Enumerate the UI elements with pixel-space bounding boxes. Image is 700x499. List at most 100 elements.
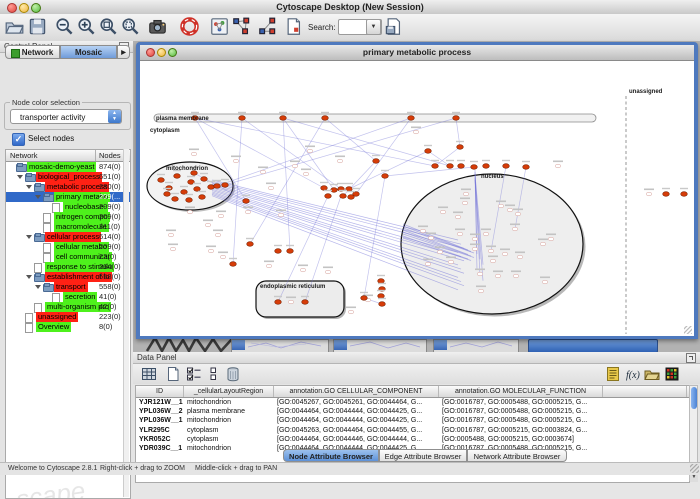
- network-node[interactable]: [373, 159, 380, 164]
- help-ring-icon[interactable]: [180, 17, 199, 36]
- network-node-unselected[interactable]: [490, 259, 496, 263]
- background-window-bar[interactable]: [528, 339, 658, 353]
- tree-scrollbar[interactable]: [123, 149, 129, 497]
- network-node[interactable]: [408, 116, 415, 121]
- network-node[interactable]: [503, 164, 510, 169]
- browser-tab[interactable]: Node Attribute Browser: [283, 449, 379, 462]
- network-node-unselected[interactable]: [463, 192, 469, 196]
- network-node-unselected[interactable]: [420, 229, 426, 233]
- network-node-unselected[interactable]: [168, 233, 174, 237]
- network-b-icon[interactable]: [258, 17, 277, 36]
- network-node-unselected[interactable]: [191, 152, 197, 156]
- network-node[interactable]: [447, 164, 454, 169]
- scrollbar-thumb[interactable]: [691, 387, 697, 409]
- disclosure-triangle-icon[interactable]: [26, 275, 32, 279]
- network-window-titlebar[interactable]: primary metabolic process: [140, 45, 694, 61]
- tree-row[interactable]: metabolic process280(0): [6, 182, 130, 192]
- network-node-unselected[interactable]: [425, 262, 431, 266]
- zoom-fit-icon[interactable]: [121, 17, 140, 36]
- checklist-icon[interactable]: [186, 366, 202, 382]
- column-header[interactable]: _cellularLayoutRegion: [184, 386, 274, 397]
- network-node[interactable]: [222, 183, 229, 188]
- app-resize-grip[interactable]: [690, 464, 699, 473]
- network-node-unselected[interactable]: [292, 164, 298, 168]
- network-node-unselected[interactable]: [515, 212, 521, 216]
- network-node-unselected[interactable]: [440, 210, 446, 214]
- network-node-unselected[interactable]: [548, 237, 554, 241]
- network-a-icon[interactable]: [232, 17, 251, 36]
- network-node[interactable]: [483, 164, 490, 169]
- tree-row[interactable]: nitrogen compo209(0): [6, 212, 130, 222]
- disclosure-triangle-icon[interactable]: [35, 285, 41, 289]
- network-node-unselected[interactable]: [218, 214, 224, 218]
- network-node[interactable]: [663, 192, 670, 197]
- network-canvas[interactable]: plasma membranecytoplasmmitochondrionnuc…: [140, 61, 694, 336]
- network-node[interactable]: [243, 199, 250, 204]
- tree-row[interactable]: biological_process651(0): [6, 172, 130, 182]
- tab-overflow-button[interactable]: ▶: [117, 45, 130, 59]
- network-node[interactable]: [208, 185, 215, 190]
- combo-stepper-icon[interactable]: ▲▼: [108, 110, 121, 123]
- network-node-unselected[interactable]: [300, 268, 306, 272]
- canvas-resize-grip[interactable]: [684, 326, 692, 334]
- tree-row[interactable]: cell communicat22(0): [6, 252, 130, 262]
- network-node[interactable]: [432, 164, 439, 169]
- trash-icon[interactable]: [225, 366, 241, 382]
- tree-row[interactable]: response to stimulu264(0): [6, 262, 130, 272]
- network-node-unselected[interactable]: [170, 247, 176, 251]
- network-node-unselected[interactable]: [502, 252, 508, 256]
- network-node[interactable]: [172, 197, 179, 202]
- network-node-unselected[interactable]: [646, 192, 652, 196]
- network-node-unselected[interactable]: [187, 210, 193, 214]
- network-node[interactable]: [275, 249, 282, 254]
- node-color-select[interactable]: transporter activity ▲▼: [10, 109, 122, 124]
- tree-row[interactable]: primary metabo209(...: [6, 192, 130, 202]
- network-node[interactable]: [230, 262, 237, 267]
- network-node-unselected[interactable]: [507, 208, 513, 212]
- network-node[interactable]: [164, 192, 171, 197]
- network-node[interactable]: [186, 198, 193, 203]
- network-node-unselected[interactable]: [478, 289, 484, 293]
- network-node-unselected[interactable]: [483, 232, 489, 236]
- table-row[interactable]: YLR295Ccytoplasm[GO:0045263, GO:0044464,…: [136, 426, 689, 435]
- save-attributes-icon[interactable]: [384, 17, 403, 36]
- network-node[interactable]: [302, 300, 309, 305]
- folder-small-icon[interactable]: [644, 366, 660, 382]
- network-node[interactable]: [458, 164, 465, 169]
- network-node-unselected[interactable]: [233, 159, 239, 163]
- tree-row[interactable]: transport558(0): [6, 282, 130, 292]
- zoom-in-icon[interactable]: [77, 17, 96, 36]
- network-node[interactable]: [340, 194, 347, 199]
- network-node-unselected[interactable]: [266, 264, 272, 268]
- tree-row[interactable]: cellular process614(0): [6, 232, 130, 242]
- tree-row[interactable]: cellular metabo209(0): [6, 242, 130, 252]
- tree-row[interactable]: Overview8(0): [6, 322, 130, 332]
- network-node-unselected[interactable]: [477, 272, 483, 276]
- background-window-3[interactable]: [433, 339, 519, 353]
- network-node[interactable]: [280, 116, 287, 121]
- network-node[interactable]: [214, 184, 221, 189]
- tree-row[interactable]: unassigned223(0): [6, 312, 130, 322]
- heatmap-icon[interactable]: [664, 366, 680, 382]
- disclosure-triangle-icon[interactable]: [17, 175, 23, 179]
- network-node-unselected[interactable]: [540, 242, 546, 246]
- network-node-unselected[interactable]: [472, 247, 478, 251]
- network-node[interactable]: [348, 195, 355, 200]
- tree-row[interactable]: establishment of lo558(0): [6, 272, 130, 282]
- network-node[interactable]: [425, 149, 432, 154]
- vizmapper-icon[interactable]: [210, 17, 229, 36]
- zoom-out-icon[interactable]: [55, 17, 74, 36]
- network-node-unselected[interactable]: [288, 300, 294, 304]
- network-node-unselected[interactable]: [513, 274, 519, 278]
- tree-header[interactable]: Network Nodes: [6, 150, 130, 162]
- network-node[interactable]: [275, 300, 282, 305]
- network-node-unselected[interactable]: [488, 249, 494, 253]
- network-node-unselected[interactable]: [413, 130, 419, 134]
- network-node-unselected[interactable]: [215, 233, 221, 237]
- search-dropdown-arrow-icon[interactable]: ▼: [366, 19, 381, 35]
- float-data-panel-icon[interactable]: [686, 353, 696, 363]
- network-node-unselected[interactable]: [498, 204, 504, 208]
- select-nodes-checkbox[interactable]: ✓: [12, 133, 25, 146]
- network-node-unselected[interactable]: [495, 274, 501, 278]
- column-header[interactable]: annotation.GO MOLECULAR_FUNCTION: [439, 386, 603, 397]
